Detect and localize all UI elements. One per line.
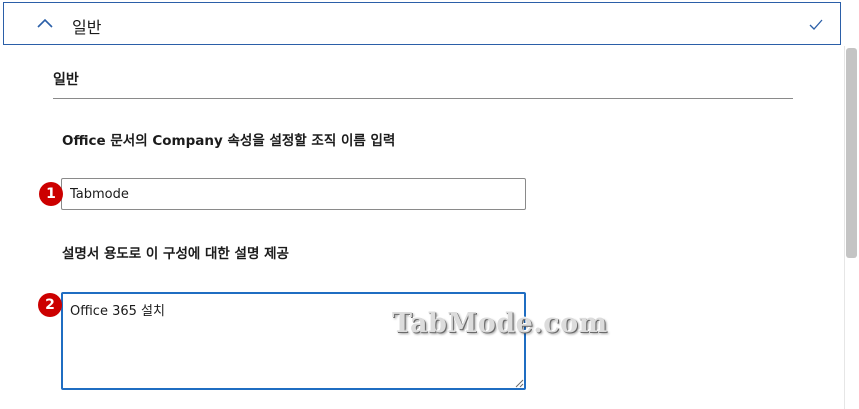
accordion-header-general[interactable]: 일반 xyxy=(3,2,841,45)
scrollbar-thumb[interactable] xyxy=(846,48,857,258)
settings-page: 일반 일반 Office 문서의 Company 속성을 설정할 조직 이름 입… xyxy=(0,0,859,409)
checkmark-icon xyxy=(809,19,823,30)
description-textarea[interactable]: Office 365 설치 xyxy=(61,292,526,390)
org-name-input[interactable] xyxy=(61,178,526,210)
resize-grip-icon[interactable] xyxy=(514,378,524,388)
chevron-up-icon[interactable] xyxy=(36,15,54,33)
annotation-badge-1: 1 xyxy=(39,182,63,206)
org-name-label: Office 문서의 Company 속성을 설정할 조직 이름 입력 xyxy=(62,133,396,149)
annotation-badge-2: 2 xyxy=(38,293,62,317)
watermark-text: TabMode.com xyxy=(392,308,608,339)
accordion-title: 일반 xyxy=(72,18,102,37)
section-divider xyxy=(53,98,793,99)
section-title: 일반 xyxy=(53,72,79,88)
description-label: 설명서 용도로 이 구성에 대한 설명 제공 xyxy=(62,246,289,262)
